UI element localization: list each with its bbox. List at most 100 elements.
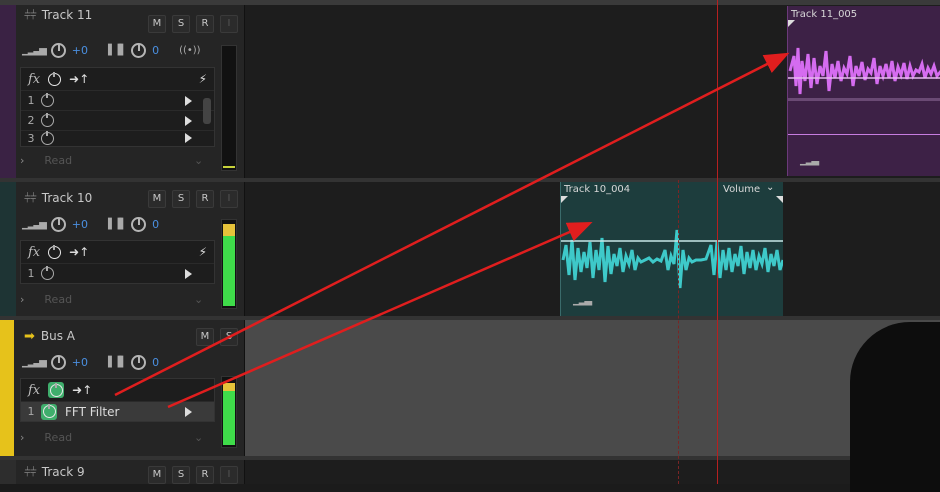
fx-scrollbar[interactable] [203,98,211,124]
pan-value[interactable]: 0 [152,356,159,369]
track-name[interactable]: Track 10 [42,191,92,205]
fx-slot[interactable]: 1 FFT Filter [21,401,214,421]
meter-level [223,166,235,168]
volume-knob-icon[interactable] [50,42,66,58]
track-name[interactable]: Track 9 [42,465,85,479]
pan-knob-icon[interactable] [131,42,147,58]
track-name[interactable]: Bus A [41,329,75,343]
fx-slot-number: 2 [27,114,35,127]
meter-level [223,236,235,306]
chevron-right-icon[interactable]: › [20,431,24,444]
track-header[interactable]: ⫩⫩ Track 11 M S R I ▁▂▃▅ +0 ▌▐▌ 0 ((•)) … [0,5,245,178]
play-icon[interactable] [185,406,192,417]
power-icon[interactable] [41,403,57,420]
volume-knob-icon[interactable] [50,216,66,232]
automation-mode[interactable]: Read [44,431,72,444]
mute-button[interactable]: M [148,190,166,208]
fx-slot[interactable]: 2 [21,110,214,130]
mute-button[interactable]: M [148,466,166,484]
track-color-strip [0,182,16,316]
track-name[interactable]: Track 11 [42,8,92,22]
clip-track11[interactable]: Track 11_005 ▁▂▃ [787,6,940,176]
pan-icon: ▌▐▌ [107,44,127,56]
power-icon[interactable] [48,382,65,398]
pan-icon: ▌▐▌ [107,356,127,368]
power-icon[interactable] [41,131,54,145]
input-monitor-button[interactable]: I [220,15,238,33]
lane-bus-a[interactable] [245,320,940,456]
fx-rack[interactable]: fx ➜↑ ⚡ 1 2 3 [20,67,215,147]
automation-mode[interactable]: Read [44,154,72,167]
power-icon[interactable] [41,266,54,280]
output-icon[interactable]: ((•)) [179,45,201,56]
solo-button[interactable]: S [172,466,190,484]
track-header[interactable]: ⫩⫩ Track 10 M S R I ▁▂▃▅ +0 ▌▐▌ 0 fx ➜↑ … [0,182,245,316]
signal-bars-icon: ▁▂▃ [573,295,592,306]
power-icon[interactable] [48,244,62,259]
input-monitor-button[interactable]: I [220,466,238,484]
fx-icon[interactable]: fx [28,72,40,87]
fx-slot[interactable]: 1 [21,263,214,283]
power-icon[interactable] [48,71,62,86]
effect-name[interactable]: FFT Filter [65,405,119,419]
power-icon[interactable] [41,93,54,107]
volume-knob-icon[interactable] [50,354,66,370]
volume-value[interactable]: +0 [72,44,88,57]
waveform-icon: ⫩⫩ [24,464,37,479]
play-icon[interactable] [185,133,192,143]
level-meter [221,219,237,309]
pan-value[interactable]: 0 [152,218,159,231]
solo-button[interactable]: S [172,190,190,208]
power-icon[interactable] [41,113,54,127]
mute-button[interactable]: M [196,328,214,346]
play-icon[interactable] [185,95,192,106]
chevron-down-icon[interactable]: ⌄ [194,293,203,306]
chevron-right-icon[interactable]: › [20,293,24,306]
fx-slot[interactable]: 1 [21,90,214,110]
play-icon[interactable] [185,268,192,279]
envelope-label[interactable]: Volume [723,184,760,195]
route-icon[interactable]: ➜↑ [69,72,89,86]
lightning-icon[interactable]: ⚡ [199,72,207,86]
track-header[interactable]: ➡ Bus A M S ▁▂▃▅ +0 ▌▐▌ 0 fx ➜↑ 1 FFT Fi… [0,320,245,456]
pan-icon: ▌▐▌ [107,218,127,230]
solo-button[interactable]: S [220,328,238,346]
automation-mode[interactable]: Read [44,293,72,306]
clip-fade-handle[interactable] [776,196,783,203]
chevron-down-icon[interactable]: ⌄ [194,154,203,167]
pan-knob-icon[interactable] [131,354,147,370]
chevron-right-icon[interactable]: › [20,154,24,167]
lightning-icon[interactable]: ⚡ [199,245,207,259]
record-button[interactable]: R [196,190,214,208]
route-icon[interactable]: ➜↑ [69,245,89,259]
volume-icon: ▁▂▃▅ [22,356,47,368]
clip-fade-handle[interactable] [788,20,795,27]
route-icon[interactable]: ➜↑ [72,383,92,397]
fx-rack[interactable]: fx ➜↑ ⚡ 1 [20,240,215,284]
clip-waveform [788,47,940,95]
record-button[interactable]: R [196,466,214,484]
clip-track10[interactable]: Track 10_004 Volume ⌄ ▁▂▃ [560,182,783,316]
mute-button[interactable]: M [148,15,166,33]
play-icon[interactable] [185,115,192,126]
track-header[interactable]: ⫩⫩ Track 9 M S R I [0,460,245,484]
playhead[interactable] [717,0,718,484]
volume-value[interactable]: +0 [72,218,88,231]
volume-icon: ▁▂▃▅ [22,44,47,56]
lane-track9[interactable] [245,460,940,484]
fx-icon[interactable]: fx [28,383,40,398]
chevron-down-icon[interactable]: ⌄ [194,431,203,444]
pan-knob-icon[interactable] [131,216,147,232]
fx-icon[interactable]: fx [28,245,40,260]
fx-rack[interactable]: fx ➜↑ 1 FFT Filter [20,378,215,422]
fx-slot[interactable]: 3 [21,130,214,145]
solo-button[interactable]: S [172,15,190,33]
pan-value[interactable]: 0 [152,44,159,57]
record-button[interactable]: R [196,15,214,33]
clip-title: Track 11_005 [791,9,858,20]
volume-value[interactable]: +0 [72,356,88,369]
clip-fade-handle[interactable] [561,196,568,203]
track-color-strip [0,5,16,178]
input-monitor-button[interactable]: I [220,190,238,208]
chevron-down-icon[interactable]: ⌄ [766,182,774,193]
